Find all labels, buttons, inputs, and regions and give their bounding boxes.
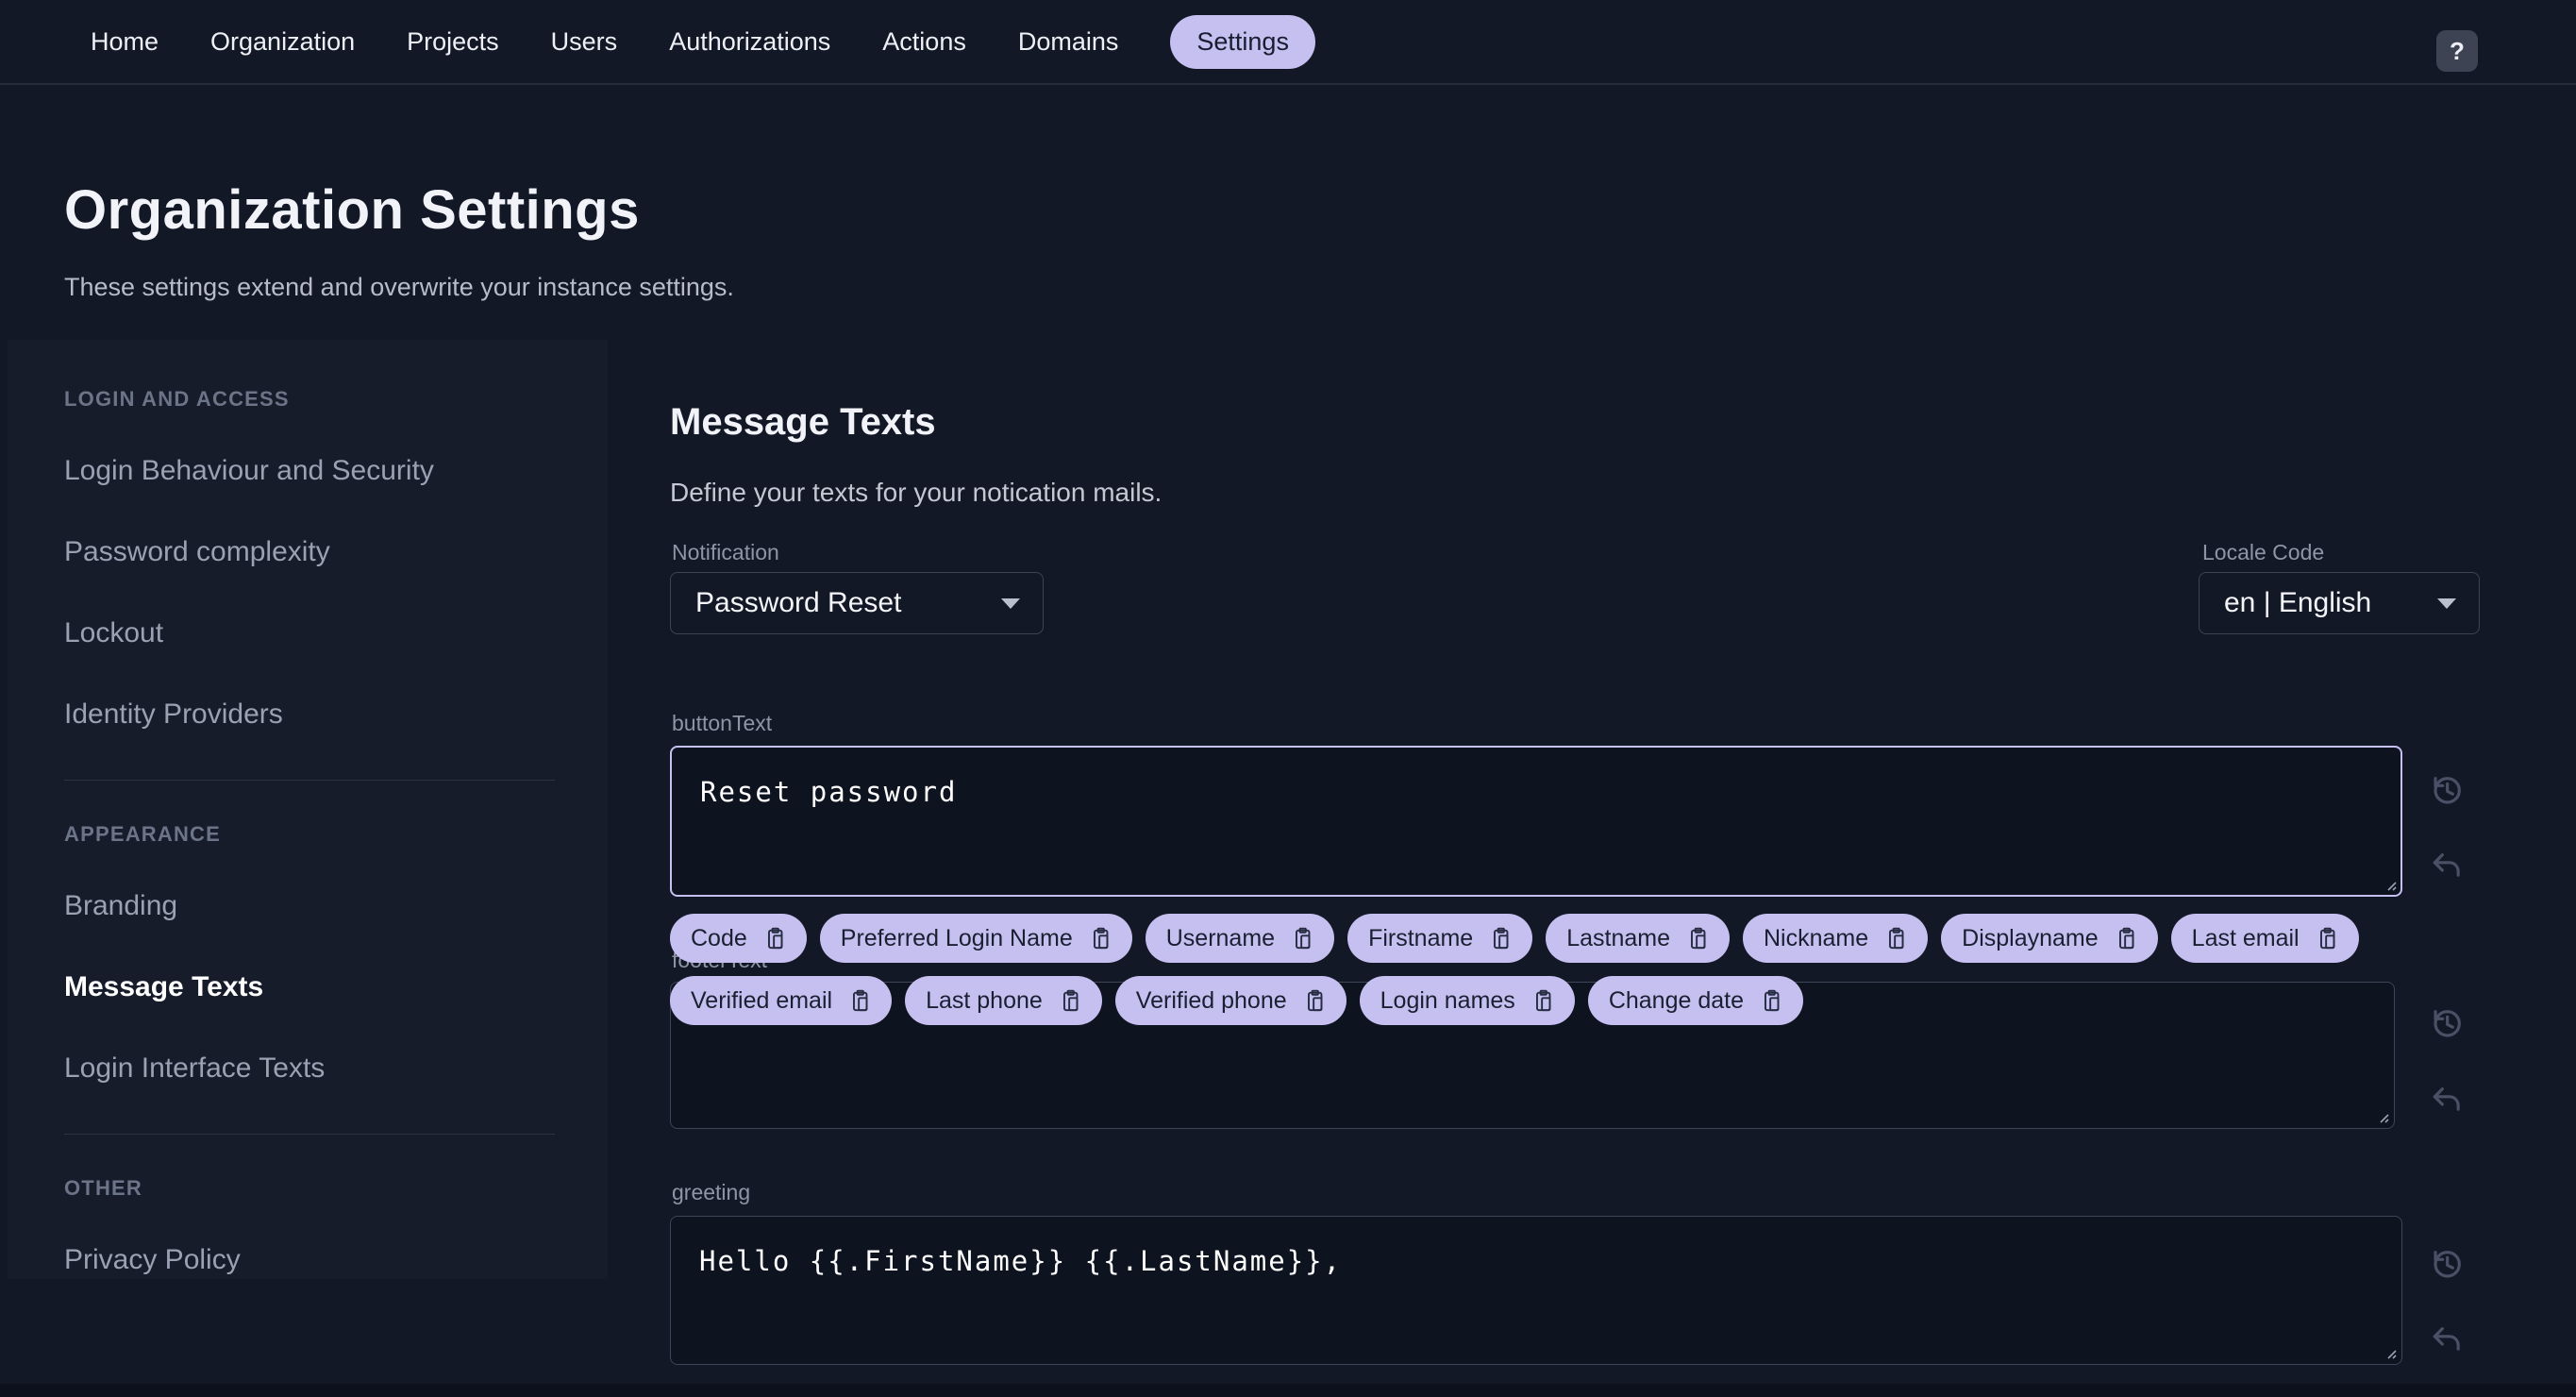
chip-code[interactable]: Code [670,914,807,963]
chip-username[interactable]: Username [1145,914,1335,963]
chip-label: Firstname [1368,924,1474,951]
chip-label: Last email [2191,924,2300,951]
chip-nickname[interactable]: Nickname [1743,914,1929,963]
locale-code-label: Locale Code [2202,540,2325,564]
buttontext-textarea[interactable]: Reset password [670,746,2402,897]
sidebar-item-password-complexity[interactable]: Password complexity [64,536,555,568]
chip-last-email[interactable]: Last email [2170,914,2359,963]
question-mark-icon: ? [2450,36,2465,65]
history-icon[interactable] [2427,1244,2465,1282]
undo-icon[interactable] [2427,848,2465,885]
chip-displayname[interactable]: Displayname [1941,914,2158,963]
buttontext-field: Reset password [670,746,2402,897]
greeting-field: Hello {{.FirstName}} {{.LastName}}, [670,1216,2402,1365]
chip-label: Last phone [926,986,1043,1014]
notification-select[interactable]: Password Reset [670,572,1044,634]
bottom-edge-strip [0,1384,2576,1397]
clipboard-icon[interactable] [762,925,788,952]
notification-select-value: Password Reset [695,587,902,618]
clipboard-icon[interactable] [1759,987,1784,1015]
settings-sidebar: LOGIN AND ACCESS Login Behaviour and Secu… [8,340,608,1279]
clipboard-icon[interactable] [1883,925,1909,952]
clipboard-icon[interactable] [1290,925,1315,952]
chip-label: Username [1165,924,1276,951]
clipboard-icon[interactable] [1058,987,1083,1015]
buttontext-label: buttonText [672,711,773,735]
variable-chip-row-2: Verified email Last phone Verified phone… [670,976,1803,1025]
section-heading: Message Texts [670,401,936,444]
chip-label: Code [691,924,747,951]
top-navigation: Home Organization Projects Users Authorizati… [0,0,2576,85]
chip-verified-email[interactable]: Verified email [670,976,893,1025]
chip-preferred-login-name[interactable]: Preferred Login Name [819,914,1132,963]
nav-item-settings[interactable]: Settings [1170,14,1315,69]
clipboard-icon[interactable] [2114,925,2139,952]
sidebar-section-header-appearance: APPEARANCE [64,822,222,846]
history-icon[interactable] [2427,1003,2465,1041]
chip-label: Displayname [1962,924,2099,951]
sidebar-divider [64,1134,555,1135]
clipboard-icon[interactable] [1488,925,1514,952]
clipboard-icon[interactable] [2315,925,2340,952]
help-button[interactable]: ? [2436,30,2478,72]
chip-label: Lastname [1566,924,1670,951]
sidebar-item-identity-providers[interactable]: Identity Providers [64,698,555,731]
chip-label: Login names [1380,986,1515,1014]
section-description: Define your texts for your notication ma… [670,478,1163,507]
sidebar-divider [64,780,555,781]
chip-label: Nickname [1764,924,1869,951]
notification-label: Notification [672,540,779,564]
chip-last-phone[interactable]: Last phone [905,976,1102,1025]
chip-label: Verified email [691,986,833,1014]
clipboard-icon[interactable] [1302,987,1328,1015]
history-icon[interactable] [2427,770,2465,808]
nav-item-actions[interactable]: Actions [882,27,966,57]
greeting-textarea[interactable]: Hello {{.FirstName}} {{.LastName}}, [670,1216,2402,1365]
chip-label: Verified phone [1135,986,1287,1014]
clipboard-icon[interactable] [1088,925,1113,952]
nav-item-organization[interactable]: Organization [210,27,355,57]
sidebar-section-header-other: OTHER [64,1176,142,1200]
nav-item-projects[interactable]: Projects [407,27,499,57]
nav-item-users[interactable]: Users [551,27,618,57]
chip-verified-phone[interactable]: Verified phone [1114,976,1347,1025]
clipboard-icon[interactable] [1685,925,1711,952]
sidebar-item-branding[interactable]: Branding [64,890,555,922]
top-nav-list: Home Organization Projects Users Authorizati… [91,14,1315,69]
chip-firstname[interactable]: Firstname [1347,914,1533,963]
greeting-label: greeting [672,1180,751,1204]
caret-down-icon [1001,598,1020,609]
chip-change-date[interactable]: Change date [1587,976,1803,1025]
sidebar-item-login-behaviour-and-security[interactable]: Login Behaviour and Security [64,455,555,487]
clipboard-icon[interactable] [1531,987,1556,1015]
chip-login-names[interactable]: Login names [1359,976,1575,1025]
undo-icon[interactable] [2427,1082,2465,1119]
undo-icon[interactable] [2427,1321,2465,1359]
sidebar-item-message-texts[interactable]: Message Texts [64,971,555,1003]
sidebar-section-header-login-and-access: LOGIN AND ACCESS [64,387,290,411]
caret-down-icon [2437,598,2456,609]
nav-item-domains[interactable]: Domains [1018,27,1119,57]
page-subtitle: These settings extend and overwrite your… [64,273,734,301]
locale-code-select[interactable]: en | English [2199,572,2480,634]
nav-item-authorizations[interactable]: Authorizations [669,27,830,57]
sidebar-item-login-interface-texts[interactable]: Login Interface Texts [64,1052,555,1085]
page-title: Organization Settings [64,178,640,241]
nav-item-home[interactable]: Home [91,27,159,57]
chip-label: Change date [1608,986,1744,1014]
clipboard-icon[interactable] [847,987,873,1015]
chip-label: Preferred Login Name [840,924,1073,951]
variable-chip-row-1: Code Preferred Login Name Username First… [670,914,2359,963]
sidebar-item-lockout[interactable]: Lockout [64,617,555,649]
sidebar-item-privacy-policy[interactable]: Privacy Policy [64,1244,555,1276]
locale-code-select-value: en | English [2224,587,2372,618]
chip-lastname[interactable]: Lastname [1546,914,1730,963]
